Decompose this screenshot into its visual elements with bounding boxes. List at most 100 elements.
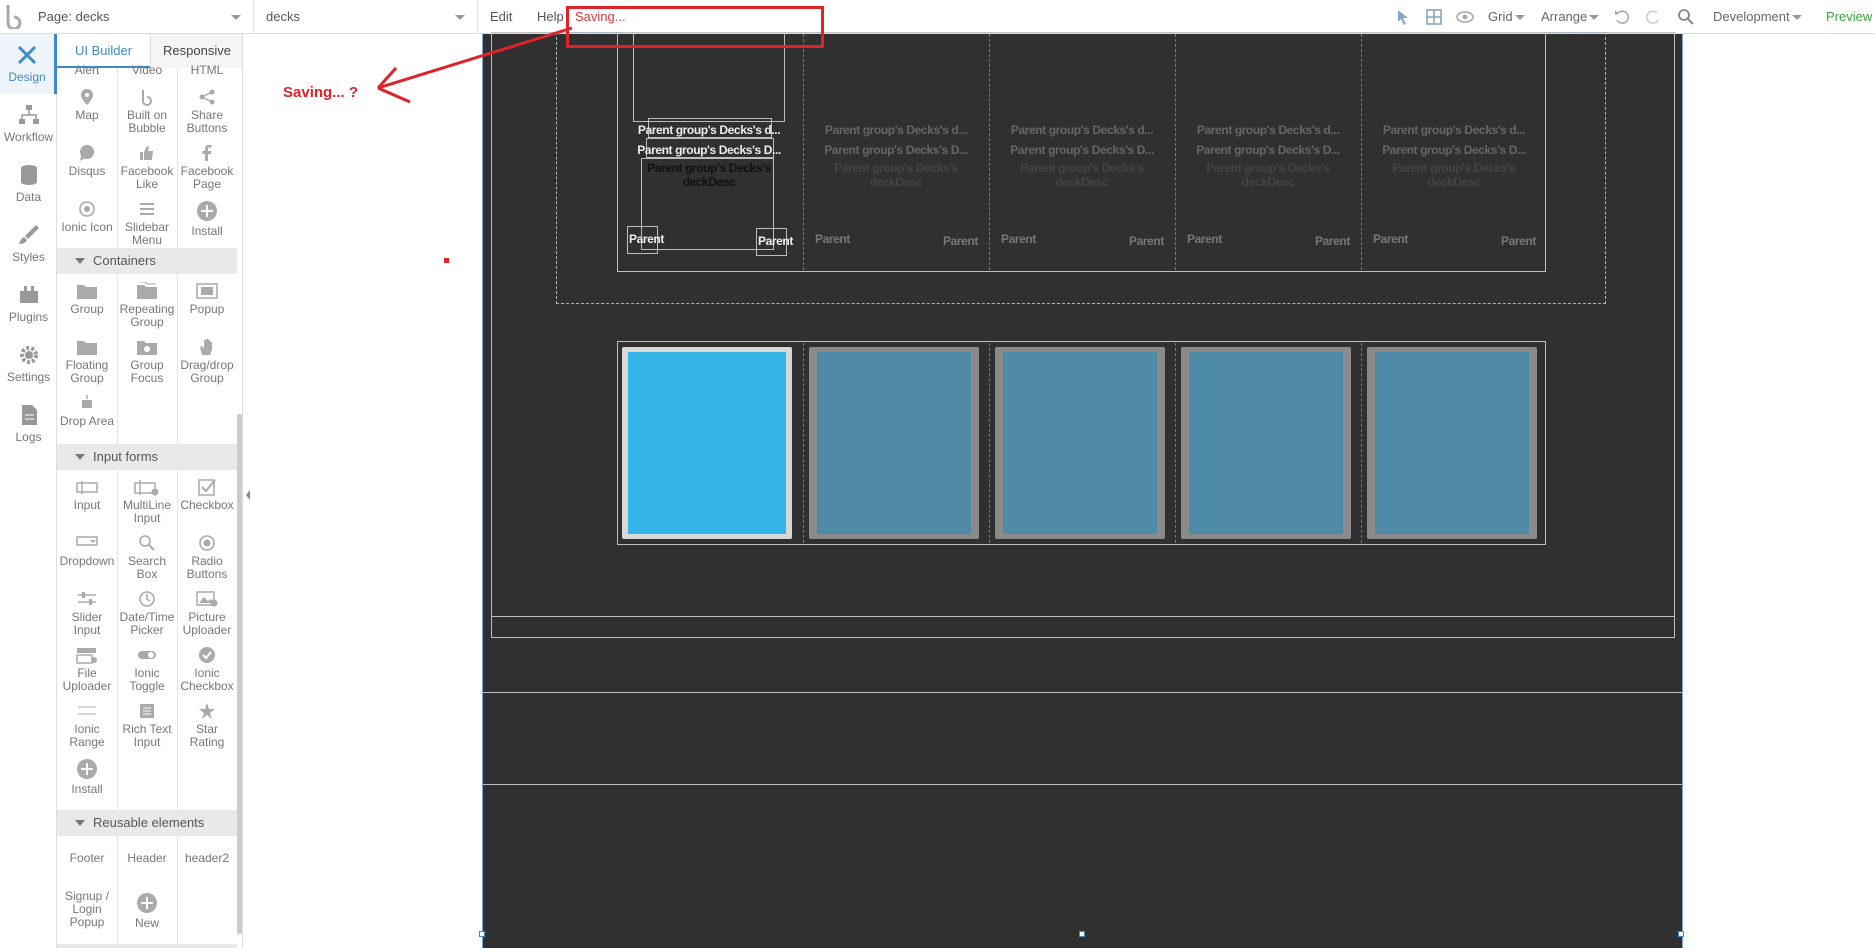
toggle-icon	[138, 651, 156, 659]
palette-item-ionic-checkbox[interactable]: Ionic Checkbox	[177, 640, 237, 695]
checkbox-icon	[198, 479, 216, 496]
palette-item-facebook-like[interactable]: Facebook Like	[117, 138, 177, 193]
palette-item-new[interactable]: New	[117, 886, 177, 941]
pointer-icon[interactable]	[1393, 7, 1413, 27]
palette-item-date-time-picker[interactable]: Date/Time Picker	[117, 584, 177, 639]
palette-item-map[interactable]: Map	[57, 82, 117, 137]
eye-icon[interactable]	[1455, 7, 1475, 27]
grid-menu[interactable]: Grid	[1488, 0, 1525, 34]
palette-item-drag-drop-group[interactable]: Drag/drop Group	[177, 332, 237, 387]
palette-item-footer[interactable]: Footer	[57, 852, 117, 882]
palette-item-install-plugin[interactable]: Install	[57, 752, 117, 807]
grid-view-icon[interactable]	[1424, 7, 1444, 27]
nav-styles[interactable]: Styles	[0, 214, 57, 274]
palette-item-dropdown[interactable]: Dropdown	[57, 528, 117, 583]
palette-item-label: Repeating Group	[119, 302, 175, 329]
palette-item-video[interactable]: Video	[117, 64, 177, 78]
palette-item-install[interactable]: Install	[177, 194, 237, 249]
plus-circle-icon	[77, 759, 97, 779]
resize-handle[interactable]	[479, 931, 485, 937]
collapse-panel-icon[interactable]	[243, 480, 253, 510]
deck-tile-image	[1189, 352, 1343, 534]
palette-item-checkbox[interactable]: Checkbox	[177, 472, 237, 527]
palette-item-rich-text-input[interactable]: Rich Text Input	[117, 696, 177, 751]
palette-item-radio-buttons[interactable]: Radio Buttons	[177, 528, 237, 583]
nav-workflow[interactable]: Workflow	[0, 94, 57, 154]
palette-item-search-box[interactable]: Search Box	[117, 528, 177, 583]
palette-item-label: MultiLine Input	[122, 498, 172, 525]
deck-tile[interactable]	[1367, 347, 1537, 539]
deck-desc: Parent group's Decks's deckDesc	[834, 161, 958, 189]
chevron-down-icon	[1589, 15, 1600, 20]
undo-icon[interactable]	[1612, 7, 1632, 27]
palette-item-alert[interactable]: Alert	[57, 64, 117, 78]
deck-title: Parent group's Decks's d...	[824, 123, 968, 137]
section-containers[interactable]: Containers	[57, 248, 237, 274]
map-pin-icon	[81, 89, 93, 105]
page-canvas[interactable]: Parent group's Decks's d... Parent group…	[479, 32, 1684, 948]
resize-handle[interactable]	[1079, 931, 1085, 937]
palette-item-facebook-page[interactable]: Facebook Page	[177, 138, 237, 193]
nav-label: Styles	[12, 250, 45, 264]
palette-item-repeating-group[interactable]: Repeating Group	[117, 276, 177, 331]
ionic-icon	[79, 201, 95, 217]
arrange-label: Arrange	[1541, 9, 1588, 24]
preview-button[interactable]: Preview	[1826, 0, 1872, 34]
document-icon	[21, 405, 37, 425]
nav-plugins[interactable]: Plugins	[0, 274, 57, 334]
palette-item-picture-uploader[interactable]: Picture Uploader	[177, 584, 237, 639]
palette-item-share-buttons[interactable]: Share Buttons	[177, 82, 237, 137]
deck-subtitle: Parent group's Decks's D...	[824, 143, 968, 157]
deck-tile[interactable]	[809, 347, 979, 539]
palette-item-multiline-input[interactable]: MultiLine Input	[117, 472, 177, 527]
nav-design[interactable]: Design	[0, 34, 57, 94]
palette-item-slidebar-menu[interactable]: Slidebar Menu	[117, 194, 177, 249]
development-menu[interactable]: Development	[1713, 0, 1802, 34]
palette-item-ionic-range[interactable]: Ionic Range	[57, 696, 117, 751]
deck-tile-selected[interactable]	[622, 347, 792, 539]
bubble-logo-icon[interactable]	[4, 3, 26, 29]
palette-item-drop-area[interactable]: Drop Area	[57, 388, 117, 443]
deck-tile[interactable]	[1181, 347, 1351, 539]
section-input-forms[interactable]: Input forms	[57, 444, 237, 470]
resize-handle[interactable]	[1678, 931, 1684, 937]
palette-item-header[interactable]: Header	[117, 852, 177, 882]
section-title: Containers	[93, 253, 156, 268]
nav-logs[interactable]: Logs	[0, 394, 57, 454]
page-selector[interactable]: Page: decks	[28, 0, 254, 34]
palette-item-signup-login-popup[interactable]: Signup / Login Popup	[57, 886, 117, 936]
element-selector-label: decks	[266, 9, 300, 24]
hamburger-icon	[140, 203, 154, 215]
nav-label: Settings	[6, 370, 51, 384]
palette-item-input[interactable]: Input	[57, 472, 117, 527]
palette-item-label: Slidebar Menu	[124, 220, 170, 247]
section-collapsed-more[interactable]	[57, 944, 237, 948]
palette-item-ionic-toggle[interactable]: Ionic Toggle	[117, 640, 177, 695]
arrange-menu[interactable]: Arrange	[1541, 0, 1600, 34]
nav-settings[interactable]: Settings	[0, 334, 57, 394]
palette-item-file-uploader[interactable]: File Uploader	[57, 640, 117, 695]
deck-tile[interactable]	[995, 347, 1165, 539]
palette-item-star-rating[interactable]: Star Rating	[177, 696, 237, 751]
palette-item-built-on-bubble[interactable]: Built on Bubble	[117, 82, 177, 137]
palette-item-ionic-icon[interactable]: Ionic Icon	[57, 194, 117, 249]
nav-data[interactable]: Data	[0, 154, 57, 214]
range-icon	[78, 706, 96, 715]
search-icon[interactable]	[1676, 7, 1696, 27]
palette-item-disqus[interactable]: Disqus	[57, 138, 117, 193]
plus-circle-icon	[197, 201, 217, 221]
palette-item-label: Search Box	[127, 554, 167, 581]
palette-item-slider-input[interactable]: Slider Input	[57, 584, 117, 639]
section-reusable-elements[interactable]: Reusable elements	[57, 810, 237, 836]
workflow-icon	[18, 105, 39, 124]
palette-item-group[interactable]: Group	[57, 276, 117, 331]
palette-item-html[interactable]: HTML	[177, 64, 237, 78]
palette-scrollbar[interactable]	[237, 414, 242, 934]
palette-item-header2[interactable]: header2	[177, 852, 237, 882]
redo-icon[interactable]	[1643, 7, 1663, 27]
palette-item-floating-group[interactable]: Floating Group	[57, 332, 117, 387]
thumbs-up-icon	[140, 146, 153, 160]
palette-item-group-focus[interactable]: Group Focus	[117, 332, 177, 387]
palette-item-popup[interactable]: Popup	[177, 276, 237, 331]
deck-tile-image	[1375, 352, 1529, 534]
